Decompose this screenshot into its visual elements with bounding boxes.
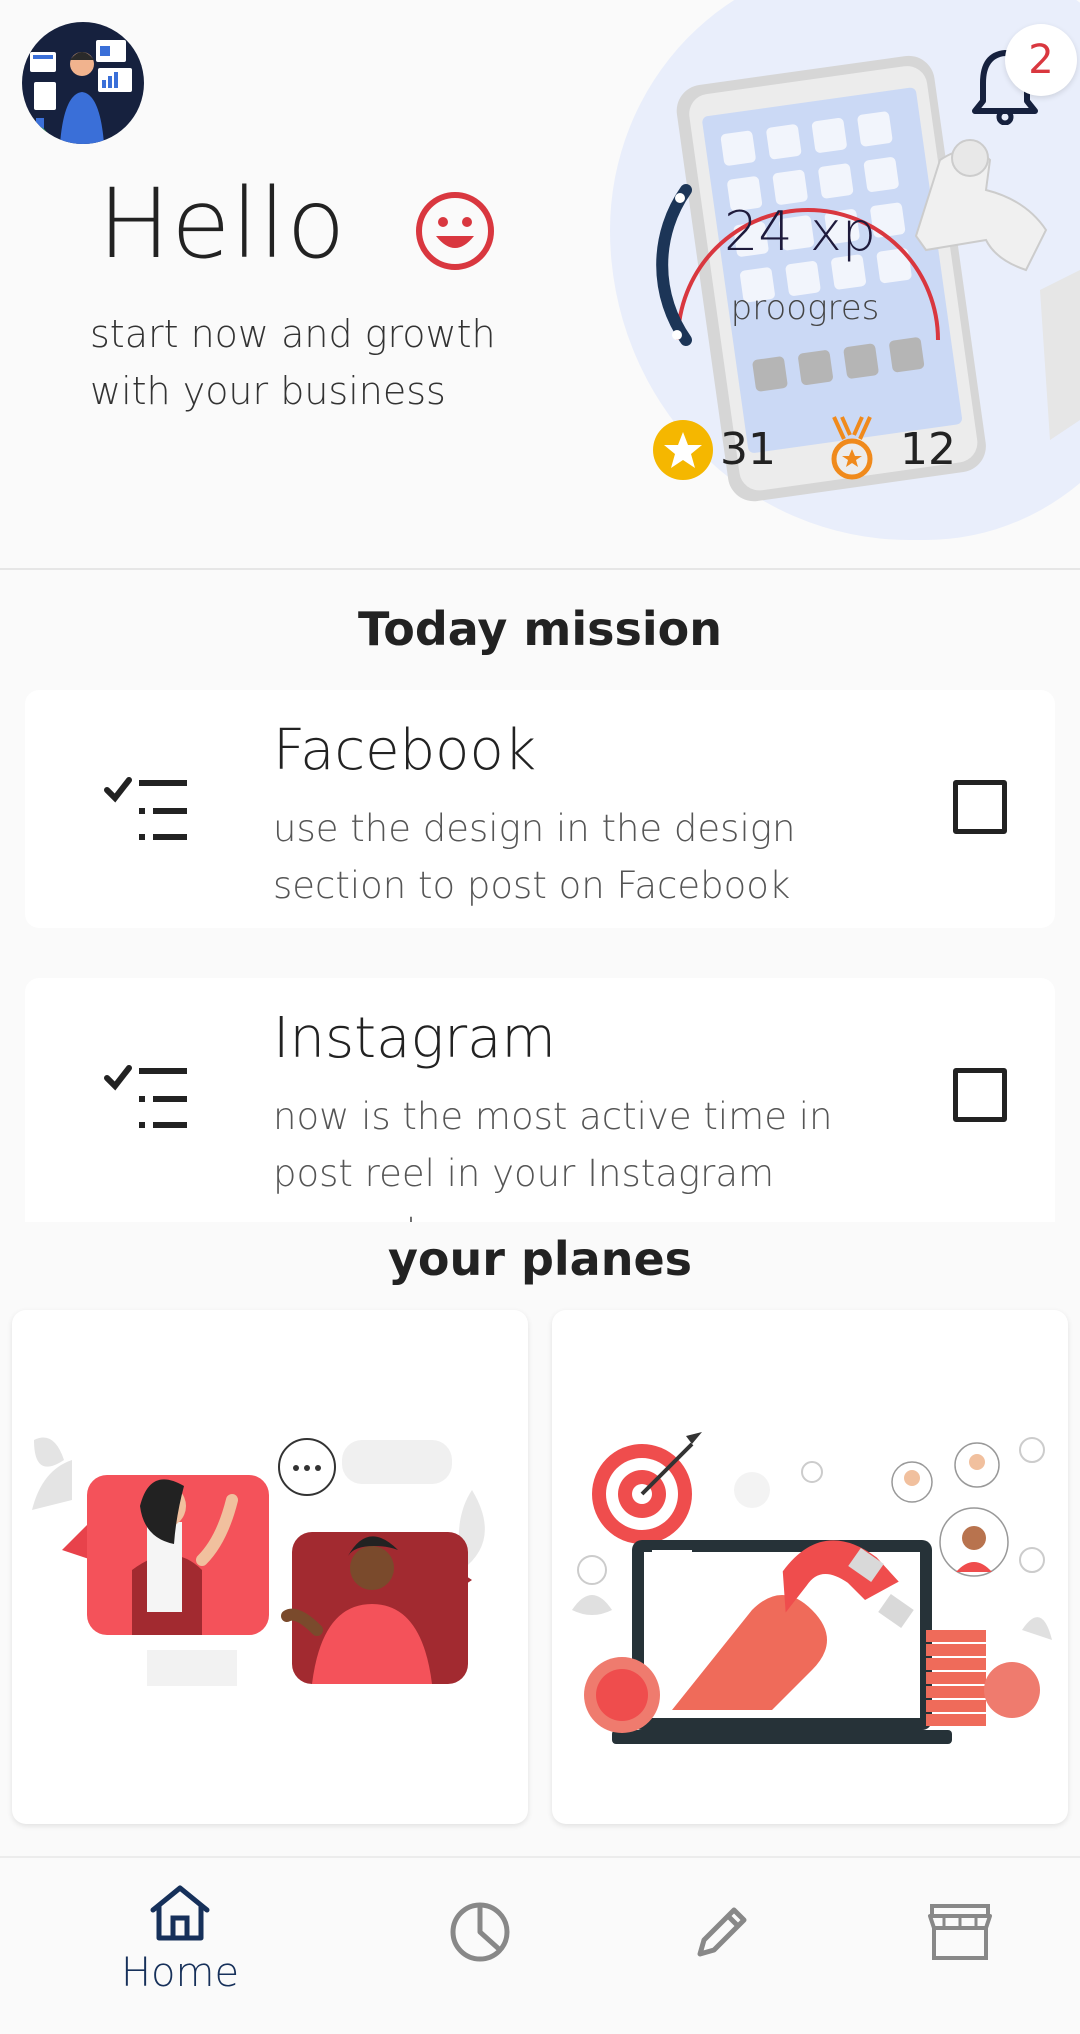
checklist-icon (104, 1065, 187, 1128)
nav-item-store[interactable] (860, 1858, 1060, 2034)
smile-icon (416, 192, 494, 270)
today-mission-title: Today mission (357, 602, 722, 656)
mission-description: use the design in the design section to … (273, 807, 796, 907)
header: 2 Hello start now and growth with your b… (0, 0, 1080, 570)
home-icon (150, 1885, 210, 1941)
stars-count: 31 (720, 424, 776, 475)
nav-item-design[interactable] (620, 1858, 820, 2034)
medal-icon (831, 416, 873, 480)
mission-checkbox-facebook[interactable] (953, 780, 1007, 834)
home-screen: 2 Hello start now and growth with your b… (0, 0, 1080, 2034)
mission-card-instagram[interactable]: Instagram now is the most active time in… (25, 978, 1055, 1222)
pencil-icon (697, 1907, 747, 1957)
your-planes-title: your planes (387, 1232, 693, 1286)
plane-card-marketing[interactable] (552, 1310, 1068, 1824)
nav-item-stats[interactable] (380, 1858, 580, 2034)
nav-label-home: Home (120, 1950, 240, 1996)
avatar[interactable] (22, 22, 144, 144)
star-icon (653, 420, 713, 480)
medals-count: 12 (900, 424, 956, 475)
greeting-title: Hello (98, 168, 347, 280)
pie-chart-icon (450, 1902, 510, 1962)
plane-card-conversation[interactable] (12, 1310, 528, 1824)
greeting-subtitle: start now and growth with your business (90, 312, 496, 413)
mission-title: Instagram (273, 1006, 556, 1071)
mission-card-facebook[interactable]: Facebook use the design in the design se… (25, 690, 1055, 928)
checklist-icon (104, 777, 187, 840)
mission-checkbox-instagram[interactable] (953, 1068, 1007, 1122)
nav-item-home[interactable]: Home (80, 1858, 280, 2034)
magnet-marketing-illustration (572, 1432, 1052, 1744)
xp-value: 24 xp (723, 200, 877, 263)
bottom-navigation: Home (0, 1856, 1080, 2034)
mission-list: Facebook use the design in the design se… (0, 690, 1080, 1222)
conversation-illustration (32, 1437, 485, 1686)
mission-description: now is the most active time in post reel… (273, 1095, 833, 1222)
progress-label: proogres (730, 288, 880, 328)
mission-title: Facebook (273, 718, 537, 783)
store-icon (928, 1904, 992, 1960)
